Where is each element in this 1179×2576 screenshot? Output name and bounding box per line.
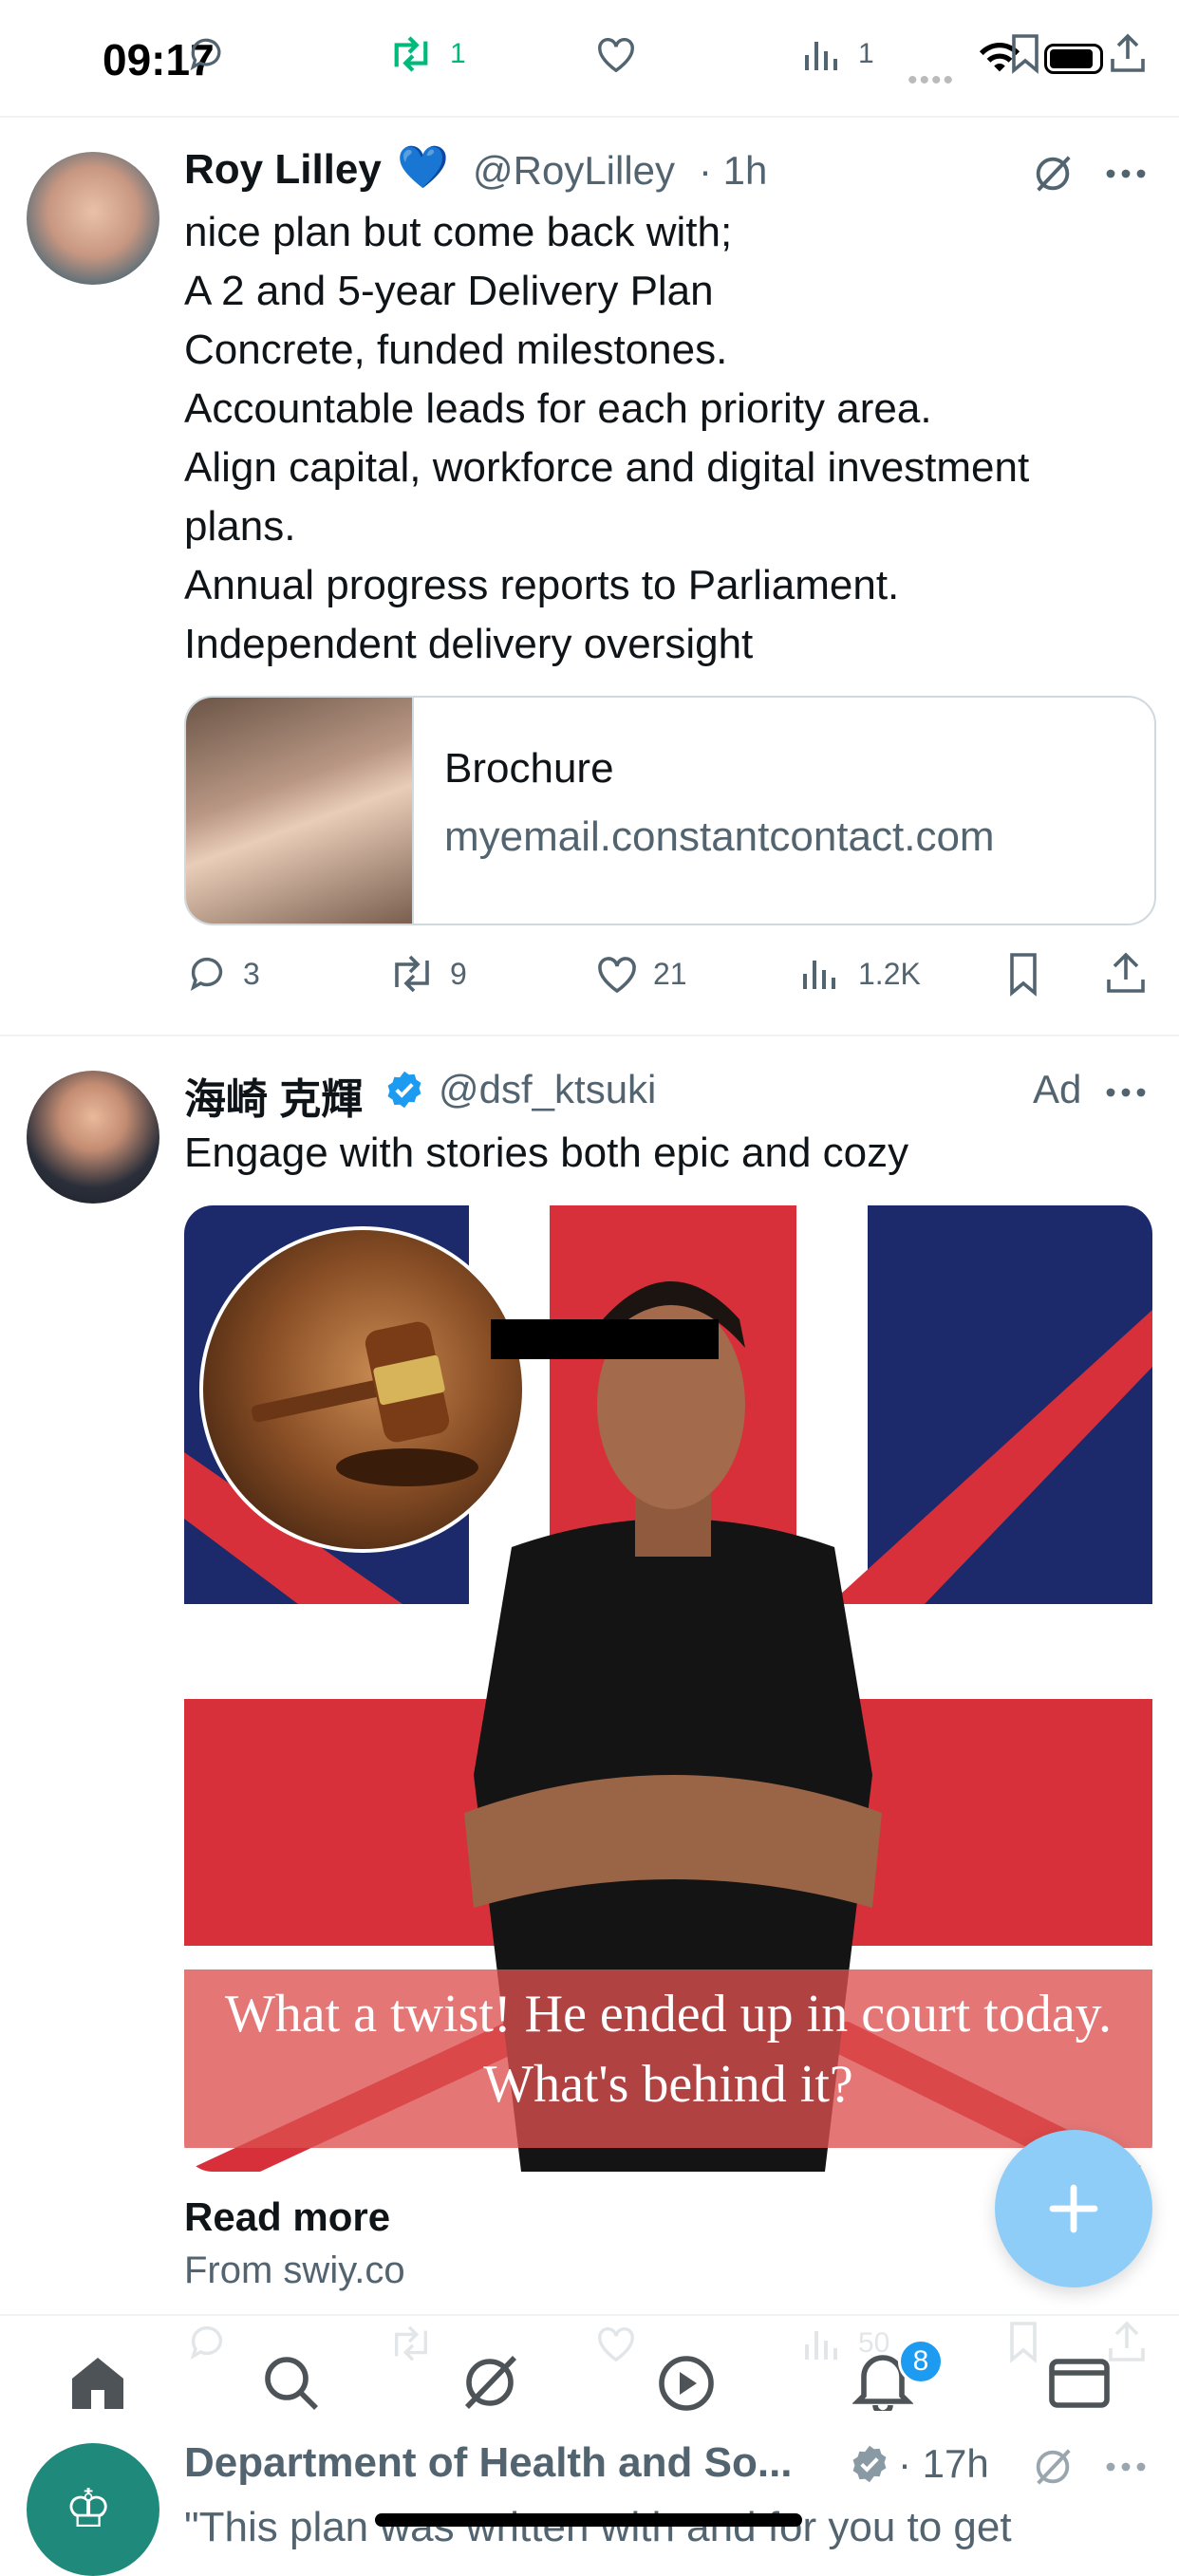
tweet-line: plans.: [184, 503, 296, 550]
name-emoji: 💙: [397, 144, 449, 191]
author-name[interactable]: 海崎 克輝: [184, 1065, 363, 1126]
author-handle[interactable]: @RoyLilley: [473, 148, 675, 194]
tweet-department-of-health[interactable]: ♔ Department of Health and So... · 17h "…: [0, 2411, 1179, 2576]
avatar[interactable]: [27, 1071, 159, 1204]
like-count: 21: [653, 957, 687, 991]
link-card[interactable]: Brochure myemail.constantcontact.com: [184, 696, 1156, 925]
more-icon[interactable]: [1105, 1086, 1147, 1099]
card-title: Brochure: [444, 745, 614, 792]
ad-image[interactable]: What a twist! He ended up in court today…: [184, 1205, 1152, 2172]
repost-icon[interactable]: [387, 953, 437, 995]
card-divider: [412, 698, 414, 924]
repost-count: 9: [450, 957, 467, 991]
tweet-line: A 2 and 5-year Delivery Plan: [184, 268, 714, 314]
tweet-text: Engage with stories both epic and cozy: [184, 1129, 909, 1176]
home-icon[interactable]: [66, 2352, 129, 2411]
views-icon[interactable]: [803, 36, 841, 74]
signal-dots: ••••: [908, 65, 956, 96]
verified-icon: [852, 2445, 887, 2483]
reply-icon[interactable]: [186, 32, 228, 74]
tweet-line: Accountable leads for each priority area…: [184, 385, 932, 432]
verified-icon: [387, 1071, 421, 1109]
grok-icon[interactable]: [459, 2352, 520, 2413]
author-handle[interactable]: @dsf_ktsuki: [439, 1067, 656, 1112]
card-thumbnail: [186, 698, 412, 924]
grok-icon[interactable]: [1031, 2445, 1075, 2489]
tweet-line: nice plan but come back with;: [184, 209, 733, 255]
views-icon[interactable]: [801, 955, 839, 993]
mail-icon[interactable]: [1048, 2358, 1111, 2409]
image-caption-line-2: What's behind it?: [483, 2055, 853, 2114]
read-more-link[interactable]: Read more: [184, 2194, 390, 2240]
card-domain: myemail.constantcontact.com: [444, 813, 995, 860]
search-icon[interactable]: [262, 2354, 321, 2413]
tweet-line: Annual progress reports to Parliament.: [184, 562, 900, 608]
views-count: 1.2K: [858, 957, 921, 991]
compose-button[interactable]: [995, 2130, 1152, 2287]
repost-count: 1: [450, 38, 466, 69]
home-indicator: [375, 2513, 802, 2527]
tweet-line: Independent delivery oversight: [184, 621, 754, 667]
bottom-nav: [0, 2314, 1179, 2413]
tweet-actions: 3 9 21 1.2K: [184, 947, 1162, 1000]
tweet-text: nice plan but come back with; A 2 and 5-…: [184, 203, 1162, 674]
reply-icon[interactable]: [186, 951, 230, 995]
tweet-line: Concrete, funded milestones.: [184, 327, 728, 373]
bookmark-icon[interactable]: [1006, 32, 1044, 74]
views-count: 1: [858, 38, 874, 69]
play-icon[interactable]: [657, 2354, 716, 2413]
avatar[interactable]: ♔: [27, 2443, 159, 2576]
bookmark-icon[interactable]: [1004, 951, 1042, 997]
more-icon[interactable]: [1105, 167, 1147, 180]
tweet-time: · 1h: [699, 148, 768, 193]
image-caption-line-1: What a twist! He ended up in court today…: [224, 1985, 1113, 2044]
author-name[interactable]: Roy Lilley: [184, 146, 382, 194]
crown-icon: ♔: [65, 2478, 113, 2538]
grok-icon[interactable]: [1031, 152, 1075, 196]
like-icon[interactable]: [594, 953, 640, 995]
author-name[interactable]: Department of Health and So...: [184, 2439, 793, 2487]
notification-badge: 8: [898, 2339, 944, 2384]
status-bar: 09:17 1 1 ••••: [0, 0, 1179, 118]
ad-label: Ad: [1033, 1067, 1082, 1111]
more-icon[interactable]: [1105, 2460, 1147, 2473]
like-icon[interactable]: [594, 34, 638, 74]
avatar[interactable]: [27, 152, 159, 285]
tweet-time: · 17h: [898, 2441, 989, 2486]
battery-icon: [1044, 44, 1103, 74]
ad-source[interactable]: From swiy.co: [184, 2249, 405, 2292]
share-icon[interactable]: [1109, 32, 1147, 74]
reply-count: 3: [243, 957, 260, 991]
repost-icon[interactable]: [387, 34, 435, 74]
tweet-text: "This plan was written with and for you …: [184, 2504, 1012, 2550]
plus-icon: [1049, 2184, 1098, 2233]
share-icon[interactable]: [1105, 951, 1147, 995]
tweet-line: Align capital, workforce and digital inv…: [184, 444, 1030, 491]
